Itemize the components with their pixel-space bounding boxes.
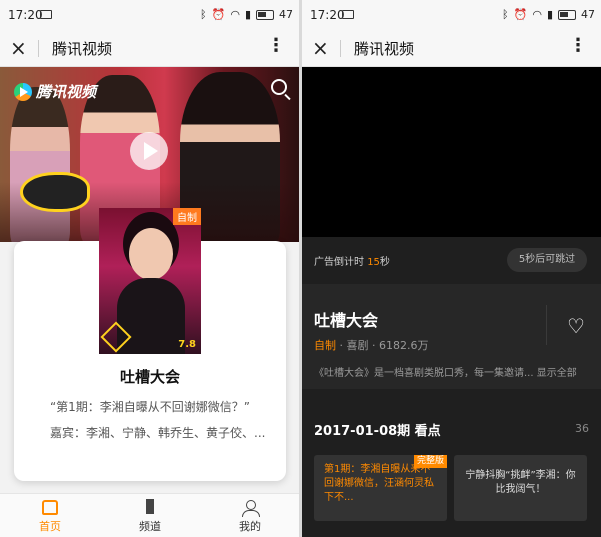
app-logo: 腾讯视频 — [14, 81, 96, 102]
signal-icon: ▮ — [244, 8, 251, 21]
show-poster[interactable]: 自制 7.8 — [99, 208, 201, 354]
grid-icon — [142, 499, 158, 515]
status-time: 17:20 — [8, 8, 43, 22]
decorative-bird — [20, 172, 90, 212]
right-screen: 17:20 ᛒ ⏰ ◠ ▮ 47 × 腾讯视频 ⋮ 广告倒计时 15秒 5秒后可… — [302, 0, 601, 537]
bluetooth-icon: ᛒ — [502, 8, 509, 21]
ad-countdown: 广告倒计时 15秒 — [314, 253, 390, 268]
alarm-icon: ⏰ — [211, 8, 226, 21]
poster-face — [129, 228, 173, 280]
page-title: 腾讯视频 — [52, 40, 113, 58]
logo-text: 腾讯视频 — [36, 83, 97, 101]
title-bar: × 腾讯视频 ⋮ — [0, 30, 299, 67]
left-screen: 17:20 ᛒ ⏰ ◠ ▮ 47 × 腾讯视频 ⋮ 腾讯视频 吐槽大会 “第1期… — [0, 0, 299, 537]
original-badge: 自制 — [173, 208, 201, 225]
rating-score: 7.8 — [178, 339, 196, 350]
show-intro[interactable]: 《吐槽大会》是一档喜剧类脱口秀，每一集邀请... 显示全部 — [314, 364, 577, 379]
favorite-heart-icon[interactable]: ♡ — [567, 314, 585, 338]
episode-title: 宁静抖胸“挑衅”李湘：你比我阔气！ — [465, 470, 576, 495]
battery-level: 47 — [279, 8, 293, 21]
person-icon — [242, 500, 260, 517]
show-meta: 自制 · 喜剧 · 6182.6万 — [314, 337, 428, 353]
battery-icon — [256, 9, 274, 20]
bottom-tab-bar: 首页 频道 我的 — [0, 493, 299, 537]
episode-section-title: 2017-01-08期 看点 — [314, 424, 441, 439]
episode-card[interactable]: 完整版 第1期：李湘自曝从来不回谢娜微信，汪涵何灵私下不... — [314, 455, 447, 521]
ad-countdown-prefix: 广告倒计时 — [314, 257, 364, 268]
more-options-icon[interactable]: ⋮ — [267, 35, 285, 56]
status-icons: ᛒ ⏰ ◠ ▮ 47 — [502, 8, 595, 21]
search-icon[interactable] — [271, 79, 287, 95]
poster-body — [117, 278, 185, 354]
battery-level: 47 — [581, 8, 595, 21]
divider — [340, 40, 341, 57]
tab-home[interactable]: 首页 — [20, 500, 80, 534]
home-icon — [42, 500, 58, 515]
episode-count[interactable]: 36 — [575, 422, 589, 435]
tab-channels-label: 频道 — [139, 520, 161, 533]
wifi-icon: ◠ — [532, 8, 542, 21]
wifi-icon: ◠ — [230, 8, 240, 21]
original-tag: 自制 — [314, 339, 336, 352]
show-meta-rest: · 喜剧 · 6182.6万 — [336, 339, 429, 352]
status-bar: 17:20 ᛒ ⏰ ◠ ▮ 47 — [0, 0, 299, 30]
status-time: 17:20 — [310, 8, 345, 22]
tab-home-label: 首页 — [39, 520, 61, 533]
page-title: 腾讯视频 — [354, 40, 415, 58]
tab-me[interactable]: 我的 — [220, 500, 280, 534]
close-icon[interactable]: × — [10, 36, 27, 60]
show-episode-desc: “第1期：李湘自曝从不回谢娜微信？” — [49, 400, 251, 414]
divider — [38, 40, 39, 57]
title-bar: × 腾讯视频 ⋮ — [302, 30, 601, 67]
image-notification-icon — [342, 10, 354, 19]
tab-me-label: 我的 — [239, 520, 261, 533]
ad-countdown-suffix: 秒 — [379, 257, 390, 268]
bluetooth-icon: ᛒ — [200, 8, 207, 21]
episode-card[interactable]: 宁静抖胸“挑衅”李湘：你比我阔气！ — [454, 455, 587, 521]
signal-icon: ▮ — [546, 8, 553, 21]
more-options-icon[interactable]: ⋮ — [569, 35, 587, 56]
full-version-badge: 完整版 — [413, 455, 447, 468]
ad-countdown-seconds: 15 — [367, 257, 380, 268]
divider — [546, 305, 547, 345]
logo-icon — [14, 82, 32, 101]
show-guests: 嘉宾：李湘、宁静、韩乔生、黄子佼、... — [50, 426, 266, 440]
show-name: 吐槽大会 — [119, 368, 180, 386]
show-title: 吐槽大会 — [314, 311, 379, 330]
skip-ad-button[interactable]: 5秒后可跳过 — [507, 248, 587, 272]
play-icon[interactable] — [130, 132, 168, 170]
alarm-icon: ⏰ — [513, 8, 528, 21]
close-icon[interactable]: × — [312, 36, 329, 60]
image-notification-icon — [40, 10, 52, 19]
status-bar: 17:20 ᛒ ⏰ ◠ ▮ 47 — [302, 0, 601, 30]
battery-icon — [558, 9, 576, 20]
tab-channels[interactable]: 频道 — [120, 499, 180, 534]
video-player[interactable] — [302, 67, 601, 237]
episode-title: 第1期：李湘自曝从来不回谢娜微信，汪涵何灵私下不... — [324, 464, 434, 503]
status-icons: ᛒ ⏰ ◠ ▮ 47 — [200, 8, 293, 21]
